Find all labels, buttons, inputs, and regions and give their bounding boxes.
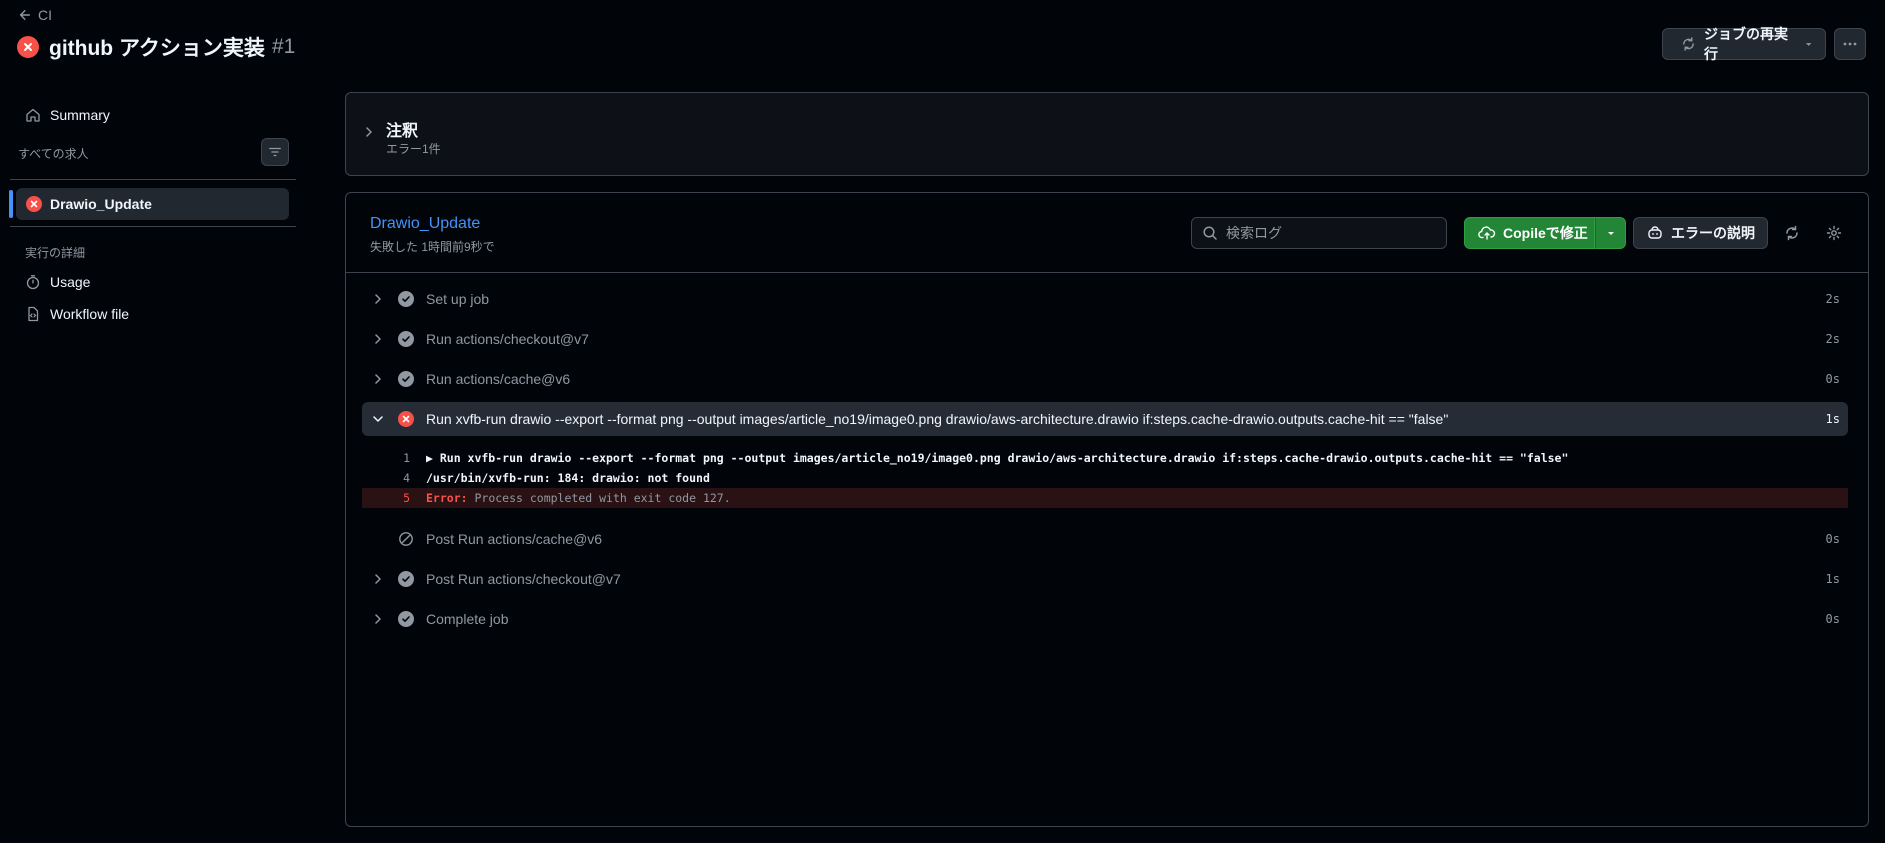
- sidebar-divider: [10, 226, 296, 227]
- search-icon: [1203, 226, 1217, 240]
- step-duration: 1s: [1825, 412, 1840, 426]
- step-label: Post Run actions/cache@v6: [426, 531, 603, 547]
- caret-down-icon: [1607, 232, 1614, 235]
- copilot-icon: [1648, 226, 1662, 239]
- failure-icon: [17, 36, 39, 58]
- log-line-number[interactable]: 5: [362, 491, 410, 505]
- fix-options-dropdown[interactable]: [1595, 217, 1626, 249]
- step-label: Run xvfb-run drawio --export --format pn…: [426, 411, 1449, 427]
- fix-with-copilot-button[interactable]: Copileで修正: [1464, 217, 1595, 249]
- step-row[interactable]: Run actions/checkout@v7 2s: [362, 322, 1848, 356]
- run-number: #1: [271, 35, 296, 58]
- all-jobs-heading: すべての求人: [18, 147, 89, 161]
- sidebar-divider: [10, 179, 296, 180]
- log-line-text[interactable]: ▶ Run xvfb-run drawio --export --format …: [426, 451, 1568, 465]
- step-duration: 1s: [1825, 572, 1840, 586]
- chevron-right-icon: [366, 127, 372, 137]
- sidebar-item-workflow-file[interactable]: Workflow file: [25, 306, 129, 322]
- kebab-horizontal-icon: [1843, 42, 1857, 46]
- failure-icon: [398, 411, 414, 427]
- search-logs-field[interactable]: [1191, 217, 1447, 249]
- job-log-header: Drawio_Update 失敗した 1時間前9秒で Copileで修正 エラー…: [346, 193, 1868, 273]
- chevron-right-icon: [375, 334, 381, 344]
- step-label: Set up job: [426, 291, 490, 307]
- skip-icon: [399, 532, 413, 546]
- rerun-jobs-button[interactable]: ジョブの再実行: [1662, 26, 1826, 62]
- step-label: Complete job: [426, 611, 509, 627]
- more-options-button[interactable]: [1834, 28, 1866, 60]
- sidebar-job-label: Drawio_Update: [50, 196, 152, 212]
- log-line-text: Error: Process completed with exit code …: [426, 491, 731, 505]
- search-logs-input[interactable]: [1226, 225, 1426, 241]
- chevron-right-icon: [375, 294, 381, 304]
- check-circle-icon: [398, 331, 414, 347]
- log-line-number[interactable]: 4: [362, 471, 410, 485]
- chevron-down-icon: [373, 416, 383, 422]
- step-duration: 0s: [1825, 612, 1840, 626]
- log-line: 4 /usr/bin/xvfb-run: 184: drawio: not fo…: [362, 468, 1848, 488]
- explain-error-label: エラーの説明: [1671, 225, 1755, 241]
- job-log-panel: Drawio_Update 失敗した 1時間前9秒で Copileで修正 エラー…: [345, 192, 1869, 827]
- refresh-button[interactable]: [1776, 217, 1808, 249]
- step-row[interactable]: Set up job 2s: [362, 282, 1848, 316]
- step-label: Post Run actions/checkout@v7: [426, 571, 621, 587]
- file-code-icon: [28, 306, 39, 322]
- filter-button[interactable]: [261, 138, 289, 166]
- sidebar-job-drawio-update[interactable]: Drawio_Update: [9, 188, 289, 220]
- arrow-left-icon: [19, 10, 31, 20]
- error-message: Process completed with exit code 127.: [467, 491, 731, 505]
- annotations-title: 注釈: [386, 123, 419, 140]
- check-circle-icon: [398, 611, 414, 627]
- log-line: 1 ▶ Run xvfb-run drawio --export --forma…: [362, 448, 1848, 468]
- page-title: github アクション実装: [49, 37, 265, 60]
- page-title-row: github アクション実装 #1: [17, 32, 295, 62]
- check-circle-icon: [398, 371, 414, 387]
- filter-icon: [269, 147, 281, 157]
- step-duration: 2s: [1825, 292, 1840, 306]
- annotations-panel[interactable]: 注釈 エラー1件: [345, 92, 1869, 176]
- fix-with-copilot-label: Copileで修正: [1503, 225, 1588, 241]
- chevron-right-icon: [375, 374, 381, 384]
- log-line-number[interactable]: 1: [362, 451, 410, 465]
- chevron-right-icon: [375, 574, 381, 584]
- job-name-link[interactable]: Drawio_Update: [370, 215, 480, 233]
- check-circle-icon: [398, 571, 414, 587]
- step-duration: 0s: [1825, 532, 1840, 546]
- rerun-jobs-label: ジョブの再実行: [1703, 26, 1788, 62]
- step-duration: 2s: [1825, 332, 1840, 346]
- failure-icon: [26, 196, 42, 212]
- sidebar-item-label: Summary: [50, 107, 110, 123]
- sidebar-item-summary[interactable]: Summary: [25, 107, 110, 123]
- caret-down-icon: [1805, 43, 1812, 46]
- sidebar-item-label: Usage: [50, 274, 91, 290]
- explain-error-button[interactable]: エラーの説明: [1633, 217, 1768, 249]
- step-row[interactable]: Post Run actions/cache@v6 0s: [362, 522, 1848, 556]
- log-line-error: 5 Error: Process completed with exit cod…: [362, 488, 1848, 508]
- chevron-right-icon: [375, 614, 381, 624]
- step-row[interactable]: Post Run actions/checkout@v7 1s: [362, 562, 1848, 596]
- step-row[interactable]: Complete job 0s: [362, 602, 1848, 636]
- sidebar-item-label: Workflow file: [50, 306, 130, 322]
- gear-icon: [1826, 225, 1842, 241]
- stopwatch-icon: [26, 275, 40, 290]
- home-icon: [26, 108, 40, 122]
- step-duration: 0s: [1825, 372, 1840, 386]
- step-row[interactable]: Run actions/cache@v6 0s: [362, 362, 1848, 396]
- annotations-count: エラー1件: [386, 142, 441, 156]
- check-circle-icon: [398, 291, 414, 307]
- log-line-text: /usr/bin/xvfb-run: 184: drawio: not foun…: [426, 471, 710, 485]
- sync-icon: [1786, 225, 1798, 241]
- run-details-heading: 実行の詳細: [25, 246, 86, 260]
- step-row-expanded[interactable]: Run xvfb-run drawio --export --format pn…: [362, 402, 1848, 436]
- error-label: Error:: [426, 491, 468, 505]
- step-label: Run actions/checkout@v7: [426, 331, 589, 347]
- sync-icon: [1683, 37, 1694, 51]
- job-status-text: 失敗した 1時間前9秒で: [370, 240, 495, 254]
- back-link-label: CI: [38, 7, 52, 23]
- copilot-cloud-icon: [1478, 226, 1496, 240]
- settings-button[interactable]: [1818, 217, 1850, 249]
- sidebar-item-usage[interactable]: Usage: [25, 274, 90, 290]
- back-link[interactable]: CI: [18, 7, 52, 23]
- step-label: Run actions/cache@v6: [426, 371, 571, 387]
